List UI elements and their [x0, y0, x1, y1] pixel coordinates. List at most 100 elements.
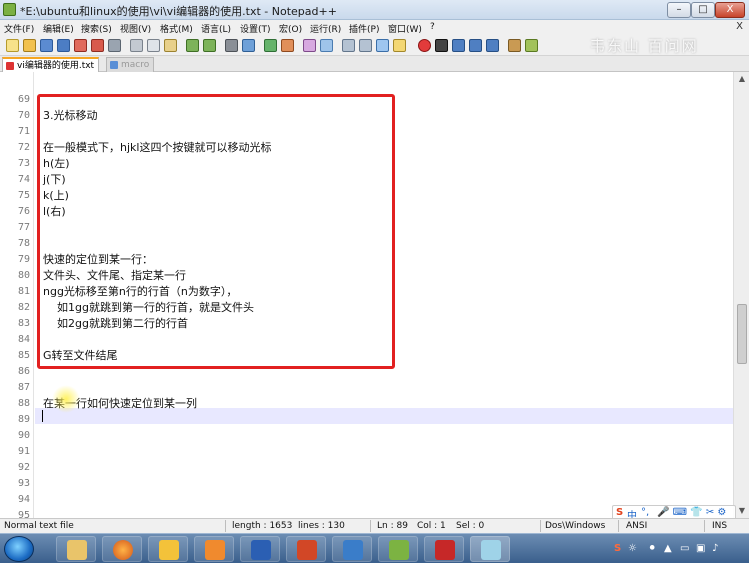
close-document-icon[interactable]: X: [736, 21, 743, 32]
line-number: 88: [17, 398, 30, 409]
menu-plugins[interactable]: 插件(P): [349, 22, 379, 35]
save-all-icon[interactable]: [57, 39, 70, 52]
find-icon[interactable]: [225, 39, 238, 52]
menu-view[interactable]: 视图(V): [120, 22, 151, 35]
menu-search[interactable]: 搜索(S): [81, 22, 112, 35]
menu-run[interactable]: 运行(R): [310, 22, 341, 35]
taskbar-media[interactable]: [424, 536, 464, 562]
app-y-icon: [343, 540, 363, 560]
encoding: ANSI: [626, 521, 648, 531]
paste-icon[interactable]: [164, 39, 177, 52]
tab-label: vi编辑器的使用.txt: [17, 61, 95, 71]
copy-icon[interactable]: [147, 39, 160, 52]
save-macro-icon[interactable]: [486, 39, 499, 52]
sync-h-icon[interactable]: [320, 39, 333, 52]
menu-help[interactable]: ?: [430, 22, 435, 32]
open-file-icon[interactable]: [23, 39, 36, 52]
taskbar-chart[interactable]: [378, 536, 418, 562]
plugin-icon[interactable]: [508, 39, 521, 52]
line-number: 76: [17, 206, 30, 217]
wrap-icon[interactable]: [342, 39, 355, 52]
eol-format: Dos\Windows: [545, 521, 606, 531]
menu-format[interactable]: 格式(M): [160, 22, 193, 35]
menu-file[interactable]: 文件(F): [4, 22, 34, 35]
menu-edit[interactable]: 编辑(E): [43, 22, 74, 35]
tray-expand-icon[interactable]: ▲: [664, 543, 672, 554]
cut-icon[interactable]: [130, 39, 143, 52]
close-button[interactable]: X: [715, 2, 745, 18]
start-button[interactable]: [4, 536, 34, 562]
ime-punct-label[interactable]: °,: [641, 507, 649, 518]
tab-macro[interactable]: macro: [106, 57, 155, 72]
ime-tools-icons[interactable]: 🎤 ⌨ 👕 ✂ ⚙: [657, 507, 726, 518]
scroll-down-icon[interactable]: ▼: [734, 504, 749, 518]
scroll-thumb[interactable]: [737, 304, 747, 364]
word-icon: [251, 540, 271, 560]
zoom-out-icon[interactable]: [281, 39, 294, 52]
sogou-logo-icon[interactable]: S: [616, 507, 623, 518]
taskbar-pdf[interactable]: [194, 536, 234, 562]
taskbar-powerpoint[interactable]: [286, 536, 326, 562]
line-number: 80: [17, 270, 30, 281]
scroll-up-icon[interactable]: ▲: [734, 72, 749, 86]
line-number: 70: [17, 110, 30, 121]
spellcheck-icon[interactable]: [525, 39, 538, 52]
new-file-icon[interactable]: [6, 39, 19, 52]
maximize-button[interactable]: □: [691, 2, 715, 18]
close-file-icon[interactable]: [74, 39, 87, 52]
stop-macro-icon[interactable]: [435, 39, 448, 52]
file-length: length : 1653: [232, 521, 293, 531]
line-number: 74: [17, 174, 30, 185]
taskbar-tool[interactable]: [148, 536, 188, 562]
line-number: 78: [17, 238, 30, 249]
zoom-in-icon[interactable]: [264, 39, 277, 52]
taskbar-firefox[interactable]: [102, 536, 142, 562]
menu-settings[interactable]: 设置(T): [240, 22, 271, 35]
close-all-icon[interactable]: [91, 39, 104, 52]
save-icon[interactable]: [40, 39, 53, 52]
menu-macro[interactable]: 宏(O): [279, 22, 302, 35]
record-macro-icon[interactable]: [418, 39, 431, 52]
replace-icon[interactable]: [242, 39, 255, 52]
sogou-tray-icon[interactable]: S: [614, 543, 621, 554]
tray-mic-icon[interactable]: ⚫: [648, 543, 656, 554]
line-number: 89: [17, 414, 30, 425]
redo-icon[interactable]: [203, 39, 216, 52]
minimize-button[interactable]: –: [667, 2, 691, 18]
menu-window[interactable]: 窗口(W): [388, 22, 422, 35]
line-number: 81: [17, 286, 30, 297]
taskbar-notepad[interactable]: [470, 536, 510, 562]
line-number: 71: [17, 126, 30, 137]
doc-map-icon[interactable]: [393, 39, 406, 52]
print-icon[interactable]: [108, 39, 121, 52]
indent-guide-icon[interactable]: [376, 39, 389, 52]
status-bar: Normal text file length : 1653 lines : 1…: [0, 518, 749, 533]
taskbar-app-y[interactable]: [332, 536, 372, 562]
undo-icon[interactable]: [186, 39, 199, 52]
line-number: 83: [17, 318, 30, 329]
vertical-scrollbar[interactable]: ▲ ▼: [733, 72, 749, 518]
sync-v-icon[interactable]: [303, 39, 316, 52]
tray-monitor-icon[interactable]: ▣: [696, 543, 705, 554]
notepadpp-icon: [3, 3, 16, 16]
taskbar-explorer[interactable]: [56, 536, 96, 562]
editor-area[interactable]: 69 70 71 72 73 74 75 76 77 78 79 80 81 8…: [0, 72, 733, 518]
play-multiple-icon[interactable]: [469, 39, 482, 52]
status-divider: [540, 520, 541, 532]
taskbar-word[interactable]: [240, 536, 280, 562]
play-macro-icon[interactable]: [452, 39, 465, 52]
line-number: 93: [17, 478, 30, 489]
status-divider: [704, 520, 705, 532]
tray-volume-icon[interactable]: ♪: [712, 543, 718, 554]
show-all-chars-icon[interactable]: [359, 39, 372, 52]
tab-vi-editor[interactable]: vi编辑器的使用.txt: [2, 57, 100, 72]
status-divider: [370, 520, 371, 532]
saved-file-icon: [110, 61, 118, 69]
line-number: 92: [17, 462, 30, 473]
tray-network-icon[interactable]: ▭: [680, 543, 689, 554]
line-number: 87: [17, 382, 30, 393]
text-caret: [42, 410, 43, 422]
menu-language[interactable]: 语言(L): [201, 22, 231, 35]
tray-ime-icon[interactable]: ☼: [628, 543, 637, 554]
line-number: 69: [17, 94, 30, 105]
